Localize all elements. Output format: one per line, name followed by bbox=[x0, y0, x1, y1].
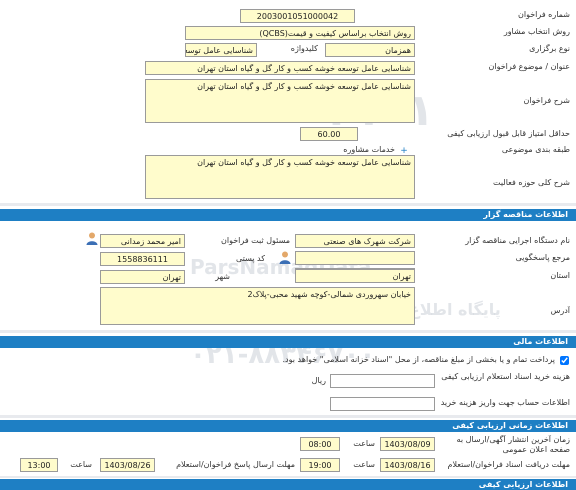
doc-fee-label: هزینه خرید اسناد استعلام ارزیابی کیفی bbox=[441, 372, 570, 381]
scope-field[interactable]: شناسایی عامل توسعه خوشه کسب و کار گل و گ… bbox=[145, 155, 415, 199]
officer-label: مسئول ثبت فراخوان bbox=[221, 236, 290, 245]
description-label: شرح فراخوان bbox=[523, 96, 570, 105]
receive-deadline-label: مهلت دریافت اسناد فراخوان/استعلام bbox=[447, 460, 570, 469]
tender-number-label: شماره فراخوان bbox=[518, 10, 570, 19]
send-time-label: ساعت bbox=[70, 460, 92, 469]
scope-label: شرح کلی حوزه فعالیت bbox=[493, 178, 570, 187]
category-label: طبقه بندی موضوعی bbox=[501, 145, 570, 154]
section-separator bbox=[0, 415, 576, 418]
selection-method-label: روش انتخاب مشاور bbox=[503, 27, 570, 36]
account-label: اطلاعات حساب جهت واریز هزینه خرید bbox=[440, 398, 570, 407]
tender-title-field[interactable]: شناسایی عامل توسعه خوشه کسب و کار گل و گ… bbox=[145, 61, 415, 75]
doc-fee-field[interactable] bbox=[330, 374, 435, 388]
quality-evaluation-section-header: اطلاعات ارزیابی کیفی bbox=[0, 479, 576, 490]
min-score-field[interactable]: 60.00 bbox=[300, 127, 358, 141]
financial-section-header: اطلاعات مالی bbox=[0, 336, 576, 348]
user-icon[interactable] bbox=[278, 250, 292, 264]
receive-date-field[interactable]: 1403/08/16 bbox=[380, 458, 435, 472]
officer-field[interactable]: امیر محمد زمدانی bbox=[100, 234, 185, 248]
publish-time-label: ساعت bbox=[353, 439, 375, 448]
send-deadline-label: مهلت ارسال پاسخ فراخوان/استعلام bbox=[176, 460, 295, 469]
publish-date-field[interactable]: 1403/08/09 bbox=[380, 437, 435, 451]
address-field[interactable]: خیابان سهروردی شمالی-کوچه شهید محبی-پلاک… bbox=[100, 287, 415, 325]
payment-note: پرداخت تمام و یا بخشی از مبلغ مناقصه، از… bbox=[282, 355, 555, 364]
section-separator bbox=[0, 203, 576, 206]
province-field[interactable]: تهران bbox=[295, 269, 415, 283]
keyword-field[interactable]: شناسایی عامل توسعه خوشه bbox=[185, 43, 257, 57]
response-ref-field[interactable] bbox=[295, 251, 415, 265]
organizer-section-header: اطلاعات مناقصه گزار bbox=[0, 209, 576, 221]
holding-type-field[interactable]: همزمان bbox=[325, 43, 415, 57]
address-label: آدرس bbox=[550, 306, 570, 315]
min-score-label: حداقل امتیاز قابل قبول ارزیابی کیفی bbox=[447, 129, 570, 138]
timing-section-header: اطلاعات زمانی ارزیابی کیفی bbox=[0, 420, 576, 432]
city-field[interactable]: تهران bbox=[100, 270, 185, 284]
province-label: استان bbox=[550, 271, 570, 280]
tender-title-label: عنوان / موضوع فراخوان bbox=[488, 62, 571, 71]
selection-method-field[interactable]: روش انتخاب براساس کیفیت و قیمت(QCBS) bbox=[185, 26, 415, 40]
tender-number-field[interactable]: 2003001051000042 bbox=[240, 9, 355, 23]
postal-code-label: کد پستی bbox=[236, 254, 265, 263]
postal-code-field[interactable]: 1558836111 bbox=[100, 252, 185, 266]
holding-type-label: نوع برگزاری bbox=[529, 44, 570, 53]
response-ref-label: مرجع پاسخگویی bbox=[515, 253, 570, 262]
send-date-field[interactable]: 1403/08/26 bbox=[100, 458, 155, 472]
receive-time-label: ساعت bbox=[353, 460, 375, 469]
account-field[interactable] bbox=[330, 397, 435, 411]
islamic-treasury-checkbox[interactable] bbox=[560, 356, 570, 366]
publish-deadline-label: زمان آخرین انتشار آگهی/ارسال به صفحه اعل… bbox=[456, 435, 570, 454]
publish-time-field[interactable]: 08:00 bbox=[300, 437, 340, 451]
doc-fee-unit: ریال bbox=[311, 376, 326, 385]
org-name-field[interactable]: شرکت شهرک های صنعتی bbox=[295, 234, 415, 248]
user-icon[interactable] bbox=[85, 231, 99, 245]
section-separator bbox=[0, 330, 576, 333]
send-time-field[interactable]: 13:00 bbox=[20, 458, 58, 472]
description-field[interactable]: شناسایی عامل توسعه خوشه کسب و کار گل و گ… bbox=[145, 79, 415, 123]
city-label: شهر bbox=[215, 272, 230, 281]
org-name-label: نام دستگاه اجرایی مناقصه گزار bbox=[465, 236, 570, 245]
receive-time-field[interactable]: 19:00 bbox=[300, 458, 340, 472]
keyword-label: کلیدواژه bbox=[290, 44, 318, 53]
section-separator bbox=[0, 476, 576, 478]
